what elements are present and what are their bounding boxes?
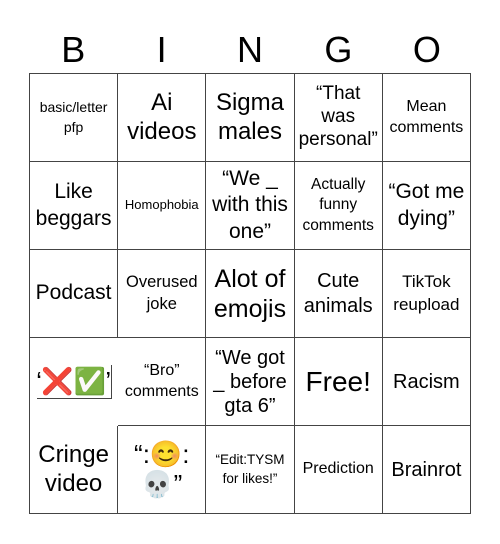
bingo-cell[interactable]: Overused joke xyxy=(118,250,207,338)
header-letter-g: G xyxy=(324,29,353,70)
bingo-cell[interactable]: Racism xyxy=(382,338,471,426)
bingo-cell[interactable]: Like beggars xyxy=(30,162,119,250)
bingo-cell[interactable]: Actually funny comments xyxy=(294,162,383,250)
bingo-cell[interactable]: “Edit:TYSM for likes!” xyxy=(206,426,295,514)
bingo-cell[interactable]: Prediction xyxy=(294,426,383,514)
bingo-cell[interactable]: “We got _ before gta 6” xyxy=(206,338,295,426)
header-letter-n: N xyxy=(237,29,264,70)
bingo-cell-free[interactable]: Free! xyxy=(294,338,383,426)
bingo-cell[interactable]: TikTok reupload xyxy=(382,250,471,338)
bingo-cell[interactable]: Homophobia xyxy=(118,162,207,250)
bingo-cell[interactable]: Podcast xyxy=(30,250,119,338)
bingo-cell[interactable]: basic/letter pfp xyxy=(30,74,119,162)
bingo-header: B I N G O xyxy=(29,28,471,72)
bingo-cell[interactable]: Alot of emojis xyxy=(206,250,295,338)
header-letter-b: B xyxy=(61,29,86,70)
bingo-cell[interactable]: Mean comments xyxy=(382,74,471,162)
bingo-cell[interactable]: Cute animals xyxy=(294,250,383,338)
bingo-cell[interactable]: “❌✅” xyxy=(36,364,112,400)
bingo-cell[interactable]: “:😊:💀” xyxy=(118,426,207,514)
bingo-cell[interactable]: Cringe video xyxy=(30,426,119,514)
header-letter-o: O xyxy=(412,29,441,70)
header-letter-i: I xyxy=(156,29,167,70)
bingo-cell[interactable]: Ai videos xyxy=(118,74,207,162)
bingo-grid: basic/letter pfp Ai videos Sigma males “… xyxy=(29,73,471,514)
bingo-cell[interactable]: “That was personal” xyxy=(294,74,383,162)
bingo-cell[interactable]: “We _ with this one” xyxy=(206,162,295,250)
bingo-cell[interactable]: Brainrot xyxy=(382,426,471,514)
bingo-cell[interactable]: Sigma males xyxy=(206,74,295,162)
bingo-cell[interactable]: “Got me dying” xyxy=(382,162,471,250)
bingo-cell[interactable]: “Bro” comments xyxy=(118,338,207,426)
